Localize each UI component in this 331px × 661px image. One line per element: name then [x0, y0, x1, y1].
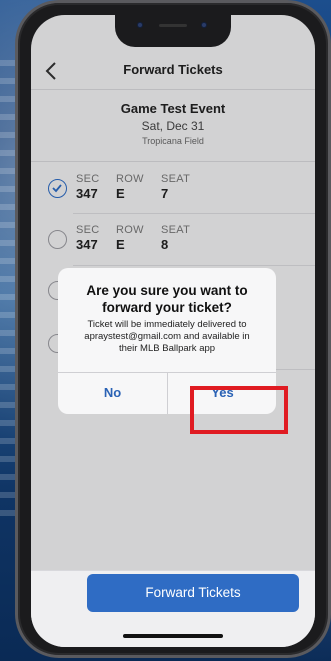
- forward-tickets-button[interactable]: Forward Tickets: [87, 574, 299, 612]
- dialog-message-line1: Ticket will be immediately delivered to: [87, 319, 247, 330]
- dialog-title-line2: forward your ticket?: [102, 300, 232, 315]
- home-indicator: [123, 634, 223, 638]
- phone-notch: [115, 15, 231, 47]
- speaker-icon: [159, 24, 187, 27]
- dialog-message-line3: their MLB Ballpark app: [118, 343, 216, 354]
- dialog-message: Ticket will be immediately delivered to …: [64, 319, 270, 355]
- no-button[interactable]: No: [58, 372, 167, 414]
- dialog-title: Are you sure you want to forward your ti…: [58, 282, 276, 316]
- sensor-icon: [201, 22, 207, 28]
- camera-icon: [137, 22, 143, 28]
- dialog-message-line2: apraystest@gmail.com and available in: [84, 331, 250, 342]
- dialog-title-line1: Are you sure you want to: [86, 283, 248, 298]
- highlight-box: [190, 386, 288, 434]
